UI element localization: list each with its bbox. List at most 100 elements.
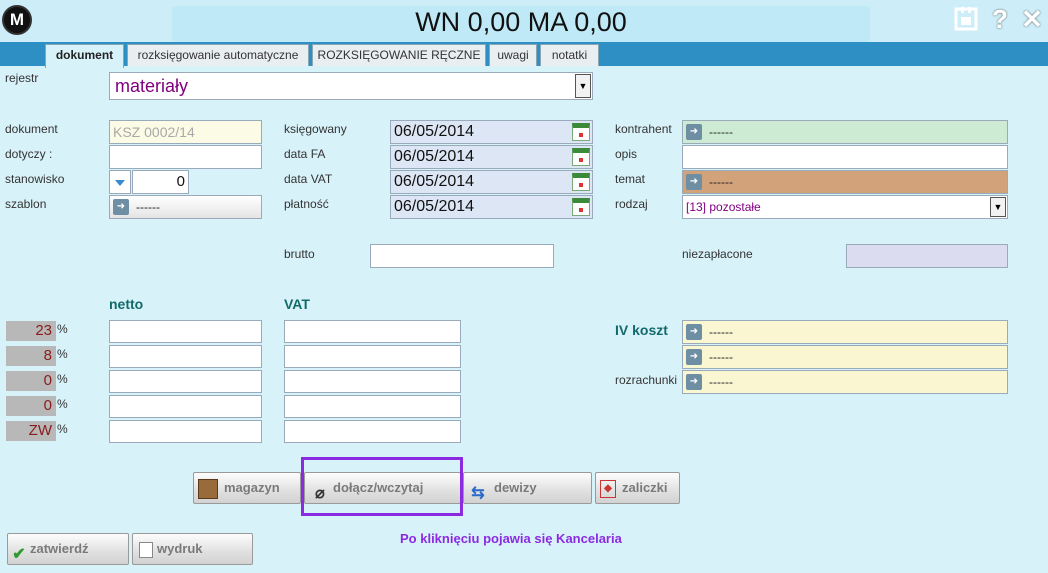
annotation-text: Po kliknięciu pojawia się Kancelaria <box>400 531 622 546</box>
calendar-icon[interactable] <box>572 198 590 216</box>
vat-header: VAT <box>284 296 310 312</box>
calendar-icon[interactable] <box>572 148 590 166</box>
ksiegowany-label: księgowany <box>284 122 347 136</box>
page-title: WN 0,00 MA 0,00 <box>415 7 627 37</box>
netto-field-23[interactable] <box>109 320 262 343</box>
percent-sign: % <box>57 372 68 386</box>
percent-sign: % <box>57 347 68 361</box>
rejestr-label: rejestr <box>5 71 39 85</box>
exchange-icon: ⇆ <box>471 484 485 502</box>
app-logo: M <box>2 5 32 35</box>
kontrahent-picker[interactable]: ➜ ------ <box>682 120 1008 144</box>
stanowisko-dropdown-button[interactable] <box>109 170 131 194</box>
netto-field-8[interactable] <box>109 345 262 368</box>
kontrahent-value: ------ <box>709 125 733 139</box>
zaliczki-label: zaliczki <box>622 480 668 495</box>
data-fa-date-field[interactable]: 06/05/2014 <box>390 145 593 169</box>
platnosc-date-field[interactable]: 06/05/2014 <box>390 195 593 219</box>
tag-icon: ➜ <box>686 374 702 390</box>
chevron-down-icon[interactable]: ▼ <box>575 74 591 98</box>
szablon-label: szablon <box>5 197 47 211</box>
rodzaj-value: [13] pozostałe <box>686 200 761 214</box>
calendar-icon[interactable] <box>572 173 590 191</box>
temat-label: temat <box>615 172 646 186</box>
percent-sign: % <box>57 322 68 336</box>
dewizy-label: dewizy <box>494 480 537 495</box>
rodzaj-select[interactable]: [13] pozostałe ▼ <box>682 195 1008 219</box>
stanowisko-label: stanowisko <box>5 172 65 186</box>
zaliczki-button[interactable]: ◆ zaliczki <box>595 472 680 504</box>
netto-field-0a[interactable] <box>109 370 262 393</box>
percent-sign: % <box>57 397 68 411</box>
data-vat-label: data VAT <box>284 172 333 186</box>
rejestr-value: materiały <box>115 76 189 96</box>
tab-rozksiegowanie-reczne[interactable]: ROZKSIĘGOWANIE RĘCZNE <box>312 44 486 66</box>
box-icon <box>198 478 218 499</box>
brutto-field[interactable] <box>370 244 554 268</box>
magazyn-button[interactable]: magazyn <box>193 472 301 504</box>
data-fa-label: data FA <box>284 147 326 161</box>
tag-icon: ➜ <box>686 324 702 340</box>
tag-icon: ➜ <box>686 174 702 190</box>
checkmark-icon: ✔ <box>12 545 26 563</box>
ksiegowany-value: 06/05/2014 <box>394 123 475 140</box>
tab-dokument[interactable]: dokument <box>45 44 124 68</box>
vat-rate-8: 8 <box>6 346 56 366</box>
vat-field-8[interactable] <box>284 345 461 368</box>
document-icon: ◆ <box>600 479 616 498</box>
iv-koszt-label: IV koszt <box>615 322 668 338</box>
iv-koszt-picker-1[interactable]: ➜ ------ <box>682 320 1008 344</box>
platnosc-label: płatność <box>284 197 329 211</box>
vat-rate-0: 0 <box>6 371 56 391</box>
vat-rate-0: 0 <box>6 396 56 416</box>
chevron-down-icon[interactable]: ▼ <box>990 197 1006 217</box>
close-icon[interactable]: ✕ <box>1020 6 1044 32</box>
vat-field-23[interactable] <box>284 320 461 343</box>
szablon-value: ------ <box>136 200 160 214</box>
dokument-field[interactable]: KSZ 0002/14 <box>109 120 262 144</box>
tab-notatki[interactable]: notatki <box>540 44 599 66</box>
dotyczy-label: dotyczy : <box>5 147 53 161</box>
niezaplacone-field <box>846 244 1008 268</box>
calendar-grid-icon[interactable] <box>954 6 978 32</box>
vat-field-zw[interactable] <box>284 420 461 443</box>
kontrahent-label: kontrahent <box>615 122 672 136</box>
netto-field-zw[interactable] <box>109 420 262 443</box>
tag-icon: ➜ <box>686 124 702 140</box>
platnosc-value: 06/05/2014 <box>394 198 475 215</box>
niezaplacone-label: niezapłacone <box>682 247 753 261</box>
tab-rozksiegowanie-automatyczne[interactable]: rozksięgowanie automatyczne <box>127 44 309 66</box>
zatwierdz-label: zatwierdź <box>30 541 89 556</box>
zatwierdz-button[interactable]: ✔ zatwierdź <box>7 533 129 565</box>
rozrachunki-label: rozrachunki <box>615 373 678 387</box>
netto-field-0b[interactable] <box>109 395 262 418</box>
opis-field[interactable] <box>682 145 1008 169</box>
szablon-picker[interactable]: ➜ ------ <box>109 195 262 219</box>
stanowisko-field[interactable]: 0 <box>132 170 189 194</box>
ksiegowany-date-field[interactable]: 06/05/2014 <box>390 120 593 144</box>
wydruk-label: wydruk <box>157 541 203 556</box>
temat-picker[interactable]: ➜ ------ <box>682 170 1008 194</box>
help-icon[interactable]: ? <box>988 6 1012 32</box>
tab-uwagi[interactable]: uwagi <box>489 44 537 66</box>
dewizy-button[interactable]: ⇆ dewizy <box>463 472 592 504</box>
vat-rate-zw: ZW <box>6 421 56 441</box>
opis-label: opis <box>615 147 638 161</box>
calendar-icon[interactable] <box>572 123 590 141</box>
dotyczy-field[interactable] <box>109 145 262 169</box>
netto-header: netto <box>109 296 144 312</box>
iv-koszt-value-2: ------ <box>709 350 733 364</box>
magazyn-label: magazyn <box>224 480 280 495</box>
vat-field-0a[interactable] <box>284 370 461 393</box>
iv-koszt-picker-2[interactable]: ➜ ------ <box>682 345 1008 369</box>
data-fa-value: 06/05/2014 <box>394 148 475 165</box>
vat-field-0b[interactable] <box>284 395 461 418</box>
tag-icon: ➜ <box>686 349 702 365</box>
triangle-down-icon <box>115 180 125 186</box>
data-vat-date-field[interactable]: 06/05/2014 <box>390 170 593 194</box>
rozrachunki-picker[interactable]: ➜ ------ <box>682 370 1008 394</box>
highlight-box <box>301 457 463 516</box>
rejestr-select[interactable]: materiały ▼ <box>109 72 593 100</box>
tag-icon: ➜ <box>113 199 129 215</box>
wydruk-button[interactable]: wydruk <box>132 533 253 565</box>
